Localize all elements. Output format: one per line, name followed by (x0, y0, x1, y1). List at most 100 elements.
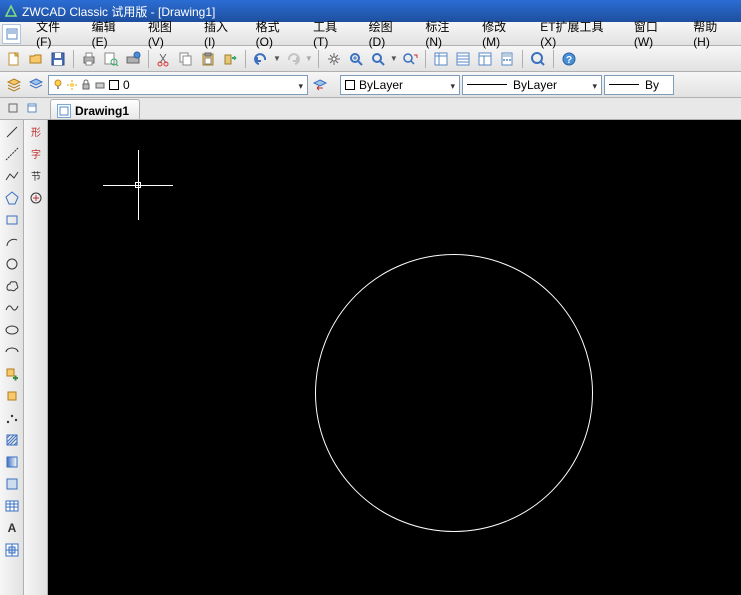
menu-modify[interactable]: 修改(M) (473, 15, 531, 52)
color-swatch (345, 80, 355, 90)
construction-line-tool[interactable] (2, 144, 22, 164)
hatch-tool[interactable] (2, 430, 22, 450)
redo-button[interactable] (283, 49, 303, 69)
plot-icon (95, 80, 105, 90)
line-sample (609, 84, 639, 85)
revcloud-tool[interactable] (2, 276, 22, 296)
cn-tool-1[interactable]: 形 (26, 122, 46, 142)
redo-dropdown-icon[interactable]: ▼ (305, 54, 313, 63)
publish-button[interactable] (123, 49, 143, 69)
mtext-tool[interactable]: A (2, 518, 22, 538)
lock-icon (81, 79, 91, 91)
menu-dim[interactable]: 标注(N) (416, 15, 473, 52)
menu-view[interactable]: 视图(V) (139, 15, 195, 52)
menu-bar: 文件(F) 编辑(E) 视图(V) 插入(I) 格式(O) 工具(T) 绘图(D… (0, 22, 741, 46)
menu-edit[interactable]: 编辑(E) (83, 15, 139, 52)
bulb-icon (53, 79, 63, 91)
calc-button[interactable] (497, 49, 517, 69)
color-value: ByLayer (359, 78, 403, 92)
linetype-combo[interactable]: ByLayer (462, 75, 602, 95)
tab-label: Drawing1 (75, 104, 129, 118)
separator (245, 50, 246, 68)
line-tool[interactable] (2, 122, 22, 142)
torus-tool[interactable] (2, 540, 22, 560)
menu-file[interactable]: 文件(F) (27, 15, 83, 52)
cn-tool-2[interactable]: 字 (26, 144, 46, 164)
zoom-extents-button[interactable] (528, 49, 548, 69)
pickbox (135, 182, 141, 188)
zoom-previous-button[interactable] (400, 49, 420, 69)
spline-tool[interactable] (2, 298, 22, 318)
undo-dropdown-icon[interactable]: ▼ (273, 54, 281, 63)
circle-tool[interactable] (2, 254, 22, 274)
work-area: A 形 字 节 (0, 120, 741, 595)
rectangle-tool[interactable] (2, 210, 22, 230)
separator (318, 50, 319, 68)
separator (553, 50, 554, 68)
save-button[interactable] (48, 49, 68, 69)
separator (73, 50, 74, 68)
lineweight-combo[interactable]: By (604, 75, 674, 95)
print-button[interactable] (79, 49, 99, 69)
layer-manager-button[interactable] (4, 75, 24, 95)
undo-button[interactable] (251, 49, 271, 69)
cut-button[interactable] (154, 49, 174, 69)
polygon-tool[interactable] (2, 188, 22, 208)
menu-draw[interactable]: 绘图(D) (360, 15, 417, 52)
tab-drawing1[interactable]: Drawing1 (50, 99, 140, 119)
menu-format[interactable]: 格式(O) (247, 15, 304, 52)
paste-button[interactable] (198, 49, 218, 69)
zoom-realtime-button[interactable] (346, 49, 366, 69)
point-tool[interactable] (2, 408, 22, 428)
menu-ettools[interactable]: ET扩展工具(X) (531, 15, 625, 52)
gradient-tool[interactable] (2, 452, 22, 472)
document-tabs: Drawing1 (0, 98, 741, 120)
chevron-down-icon (450, 78, 455, 92)
ellipse-arc-tool[interactable] (2, 342, 22, 362)
separator (522, 50, 523, 68)
copy-button[interactable] (176, 49, 196, 69)
modify-toolbar: 形 字 节 (24, 120, 48, 595)
separator (425, 50, 426, 68)
layer-states-button[interactable] (26, 75, 46, 95)
match-prop-button[interactable] (220, 49, 240, 69)
color-combo[interactable]: ByLayer (340, 75, 460, 95)
help-button[interactable]: ? (559, 49, 579, 69)
table-tool[interactable] (2, 496, 22, 516)
design-center-button[interactable] (453, 49, 473, 69)
layers-toolbar: 0 ByLayer ByLayer By (0, 72, 741, 98)
menu-insert[interactable]: 插入(I) (195, 15, 247, 52)
pan-button[interactable] (324, 49, 344, 69)
layer-combo[interactable]: 0 (48, 75, 308, 95)
minimize-doc-button[interactable] (4, 99, 22, 116)
doc-window-controls (4, 99, 41, 116)
chevron-down-icon (592, 78, 597, 92)
color-swatch (109, 80, 119, 90)
cn-tool-3[interactable]: 节 (26, 166, 46, 186)
open-button[interactable] (26, 49, 46, 69)
restore-doc-button[interactable] (23, 99, 41, 116)
cn-tool-4[interactable] (26, 188, 46, 208)
insert-block-tool[interactable] (2, 364, 22, 384)
new-button[interactable] (4, 49, 24, 69)
sun-icon (67, 80, 77, 90)
ellipse-tool[interactable] (2, 320, 22, 340)
menu-help[interactable]: 帮助(H) (684, 15, 741, 52)
region-tool[interactable] (2, 474, 22, 494)
arc-tool[interactable] (2, 232, 22, 252)
print-preview-button[interactable] (101, 49, 121, 69)
svg-text:字: 字 (31, 148, 41, 161)
zoom-dropdown-icon[interactable]: ▼ (390, 54, 398, 63)
make-block-tool[interactable] (2, 386, 22, 406)
menu-tools[interactable]: 工具(T) (304, 15, 360, 52)
layer-previous-button[interactable] (310, 75, 330, 95)
drawing-canvas[interactable] (48, 120, 741, 595)
drawn-circle (315, 254, 593, 532)
doc-system-icon[interactable] (2, 24, 21, 44)
doc-icon (57, 104, 71, 118)
properties-button[interactable] (431, 49, 451, 69)
tool-palettes-button[interactable] (475, 49, 495, 69)
zoom-window-button[interactable] (368, 49, 388, 69)
polyline-tool[interactable] (2, 166, 22, 186)
menu-window[interactable]: 窗口(W) (625, 15, 684, 52)
